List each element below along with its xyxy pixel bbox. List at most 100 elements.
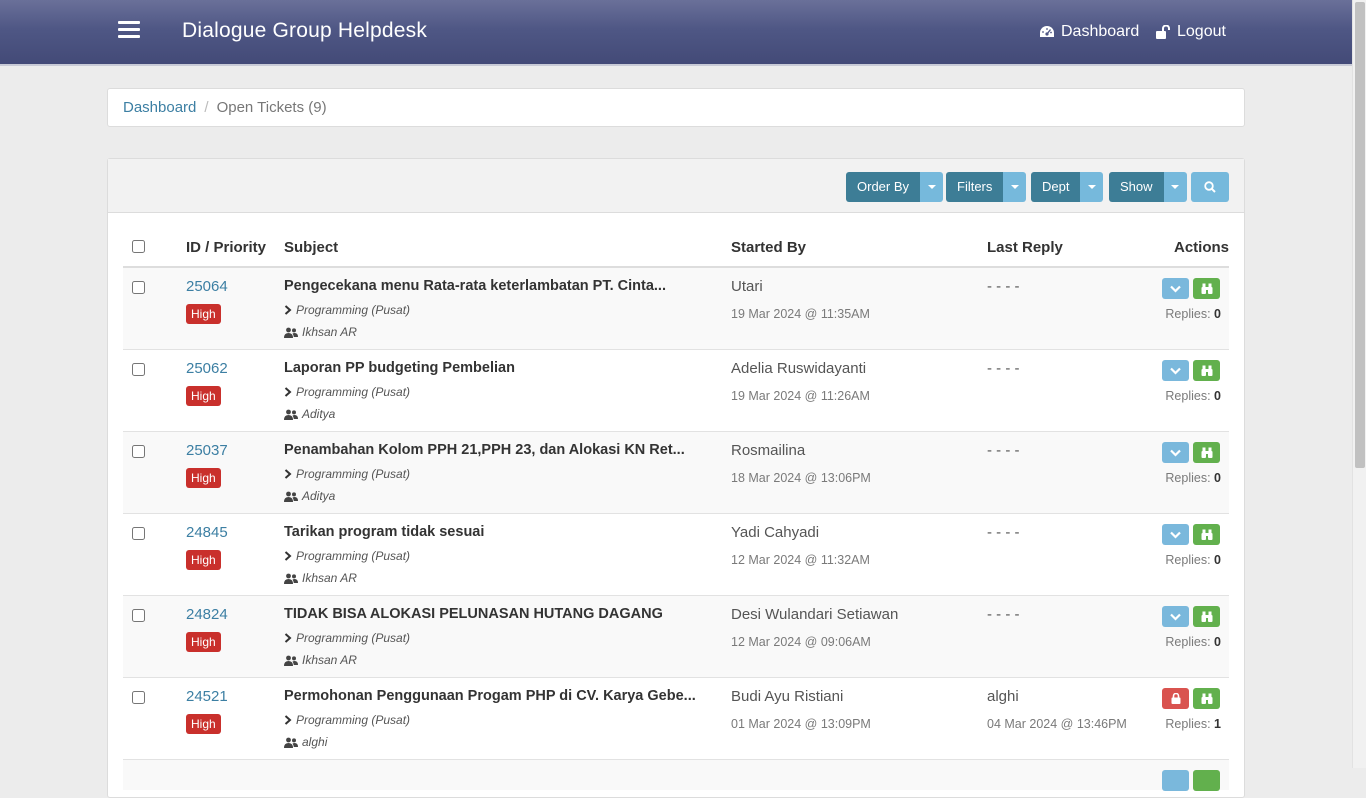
breadcrumb-dashboard-link[interactable]: Dashboard (123, 99, 196, 116)
ticket-assignee: alghi (284, 735, 327, 749)
select-all-checkbox[interactable] (132, 240, 145, 253)
view-ticket-button[interactable] (1193, 606, 1220, 627)
scrollbar-thumb[interactable] (1355, 2, 1365, 468)
caret-down-icon (1087, 185, 1096, 189)
show-dropdown[interactable]: Show (1109, 172, 1187, 202)
view-ticket-button[interactable] (1193, 442, 1220, 463)
ticket-subject-link[interactable]: Laporan PP budgeting Pembelian (284, 360, 515, 376)
view-ticket-button[interactable] (1193, 278, 1220, 299)
view-ticket-button[interactable] (1193, 360, 1220, 381)
col-last-reply[interactable]: Last Reply (987, 239, 1063, 256)
dashboard-link[interactable]: Dashboard (1039, 23, 1139, 41)
search-button[interactable] (1191, 172, 1229, 202)
filters-dropdown[interactable]: Filters (946, 172, 1027, 202)
department-label: Programming (Pusat) (296, 549, 411, 563)
expand-button[interactable] (1162, 360, 1189, 381)
replies-count: Replies: 0 (1165, 635, 1221, 649)
col-subject[interactable]: Subject (284, 239, 338, 256)
ticket-subject-link[interactable]: Tarikan program tidak sesuai (284, 524, 484, 540)
expand-button[interactable] (1162, 606, 1189, 627)
ticket-id-link[interactable]: 24824 (186, 606, 228, 623)
ticket-subject-link[interactable]: TIDAK BISA ALOKASI PELUNASAN HUTANG DAGA… (284, 606, 663, 622)
ticket-department: Programming (Pusat) (284, 385, 410, 399)
view-ticket-button[interactable] (1193, 688, 1220, 709)
col-started-by[interactable]: Started By (731, 239, 806, 256)
table-row[interactable]: 24845 High Tarikan program tidak sesuai Pro… (123, 514, 1229, 596)
filters-caret[interactable] (1003, 172, 1027, 202)
locked-button[interactable] (1162, 688, 1189, 709)
ticket-subject-link[interactable]: Permohonan Penggunaan Progam PHP di CV. … (284, 688, 696, 704)
row-checkbox[interactable] (132, 363, 145, 376)
started-by-name: Rosmailina (731, 442, 806, 459)
row-checkbox[interactable] (132, 609, 145, 622)
priority-badge: High (186, 714, 221, 734)
ticket-id-link[interactable]: 24845 (186, 524, 228, 541)
col-id-priority[interactable]: ID / Priority (186, 239, 266, 256)
started-date: 19 Mar 2024 @ 11:35AM (731, 307, 870, 321)
assignee-label: alghi (302, 735, 328, 749)
ticket-subject-link[interactable]: Pengecekana menu Rata-rata keterlambatan… (284, 278, 666, 294)
row-checkbox[interactable] (132, 445, 145, 458)
ticket-assignee: Aditya (284, 489, 335, 503)
expand-button[interactable] (1162, 442, 1189, 463)
ticket-id-link[interactable]: 24521 (186, 688, 228, 705)
replies-label: Replies: (1165, 389, 1211, 403)
ticket-id-link[interactable]: 25062 (186, 360, 228, 377)
dept-button[interactable]: Dept (1031, 172, 1081, 202)
table-row[interactable]: 25062 High Laporan PP budgeting Pembelian P… (123, 350, 1229, 432)
ticket-id-link[interactable]: 25037 (186, 442, 228, 459)
table-row[interactable]: 24521 High Permohonan Penggunaan Progam PH… (123, 678, 1229, 760)
replies-count: Replies: 0 (1165, 307, 1221, 321)
expand-button[interactable] (1162, 524, 1189, 545)
priority-badge: High (186, 304, 221, 324)
dept-caret[interactable] (1080, 172, 1104, 202)
caret-down-icon (1171, 185, 1180, 189)
users-icon (284, 737, 298, 748)
replies-label: Replies: (1165, 717, 1211, 731)
replies-value: 0 (1214, 471, 1221, 485)
expand-button[interactable] (1162, 770, 1189, 791)
view-ticket-button[interactable] (1193, 770, 1220, 791)
row-checkbox[interactable] (132, 527, 145, 540)
ticket-id-link[interactable]: 25064 (186, 278, 228, 295)
show-caret[interactable] (1163, 172, 1187, 202)
table-row[interactable]: 25064 High Pengecekana menu Rata-rata kete… (123, 268, 1229, 350)
replies-value: 0 (1214, 389, 1221, 403)
ticket-assignee: Ikhsan AR (284, 653, 357, 667)
department-label: Programming (Pusat) (296, 303, 411, 317)
chevron-down-icon (1170, 449, 1181, 457)
table-row[interactable]: 25037 High Penambahan Kolom PPH 21,PPH 23,… (123, 432, 1229, 514)
replies-count: Replies: 1 (1165, 717, 1221, 731)
chevron-right-icon (284, 305, 292, 315)
hamburger-icon[interactable] (118, 21, 140, 39)
brand-title[interactable]: Dialogue Group Helpdesk (182, 19, 427, 43)
table-row[interactable] (123, 760, 1229, 791)
top-navbar: Dialogue Group Helpdesk Dashboard Logout (0, 0, 1352, 66)
filters-button[interactable]: Filters (946, 172, 1004, 202)
show-button[interactable]: Show (1109, 172, 1164, 202)
row-checkbox[interactable] (132, 691, 145, 704)
chevron-right-icon (284, 387, 292, 397)
dept-dropdown[interactable]: Dept (1031, 172, 1104, 202)
chevron-right-icon (284, 633, 292, 643)
view-ticket-button[interactable] (1193, 524, 1220, 545)
started-by-name: Desi Wulandari Setiawan (731, 606, 899, 623)
chevron-down-icon (1170, 613, 1181, 621)
binoculars-icon (1201, 447, 1212, 458)
order-by-dropdown[interactable]: Order By (846, 172, 944, 202)
tachometer-icon (1040, 26, 1054, 37)
order-by-caret[interactable] (920, 172, 944, 202)
logout-link[interactable]: Logout (1156, 23, 1226, 41)
started-by-name: Adelia Ruswidayanti (731, 360, 867, 377)
row-checkbox[interactable] (132, 281, 145, 294)
expand-button[interactable] (1162, 278, 1189, 299)
table-row[interactable]: 24824 High TIDAK BISA ALOKASI PELUNASAN HU… (123, 596, 1229, 678)
ticket-subject-link[interactable]: Penambahan Kolom PPH 21,PPH 23, dan Alok… (284, 442, 685, 458)
users-icon (284, 573, 298, 584)
page-scrollbar[interactable] (1352, 0, 1366, 768)
order-by-button[interactable]: Order By (846, 172, 921, 202)
ticket-assignee: Aditya (284, 407, 335, 421)
ticket-department: Programming (Pusat) (284, 631, 410, 645)
tickets-table: ID / Priority Subject Started By Last Re… (123, 228, 1229, 791)
chevron-down-icon (1170, 285, 1181, 293)
